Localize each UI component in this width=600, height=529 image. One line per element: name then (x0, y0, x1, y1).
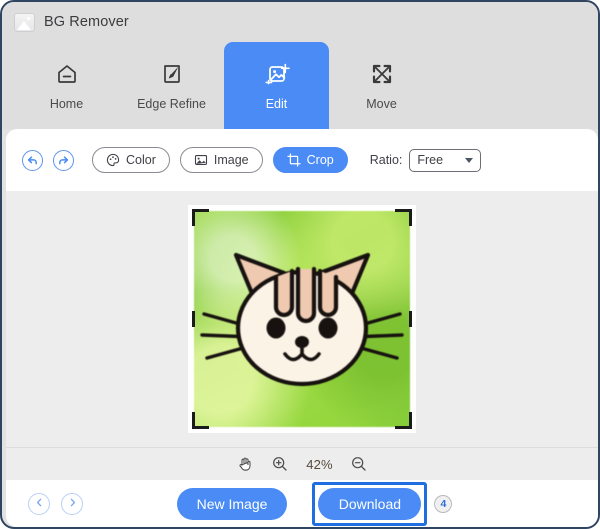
chevron-down-icon (465, 158, 473, 163)
app-window: BG Remover Home Edge Refine (0, 0, 600, 529)
download-highlight-box: Download (312, 482, 427, 526)
tab-label: Edge Refine (137, 97, 206, 111)
step-badge: 4 (434, 495, 452, 513)
redo-button[interactable] (53, 150, 74, 171)
palette-icon (106, 153, 120, 167)
crop-button[interactable]: Crop (273, 147, 348, 173)
crop-handle-top-right[interactable] (395, 209, 412, 226)
title-bar: BG Remover (2, 2, 598, 42)
tab-label: Move (366, 97, 397, 111)
new-image-button[interactable]: New Image (177, 488, 288, 520)
zoom-out-icon[interactable] (350, 455, 368, 473)
ratio-control: Ratio: Free (370, 149, 482, 172)
zoom-in-icon[interactable] (271, 455, 289, 473)
footer-bar: New Image Download 4 (6, 480, 598, 527)
pill-label: Color (126, 153, 156, 167)
edit-image-icon (263, 60, 291, 88)
zoom-bar: 42% (6, 447, 598, 480)
pill-label: Image (214, 153, 249, 167)
ratio-select[interactable]: Free (409, 149, 481, 172)
crop-handle-bottom-right[interactable] (395, 412, 412, 429)
redo-arrow-icon (57, 154, 70, 167)
tab-edit[interactable]: Edit (224, 42, 329, 129)
move-arrows-icon (368, 60, 396, 88)
hand-pan-icon[interactable] (236, 455, 254, 473)
crop-handle-bottom-left[interactable] (192, 412, 209, 429)
crop-handle-middle-left[interactable] (192, 311, 195, 327)
home-icon (53, 60, 81, 88)
tab-move[interactable]: Move (329, 42, 434, 129)
download-button[interactable]: Download (318, 488, 421, 520)
undo-arrow-icon (26, 154, 39, 167)
color-button[interactable]: Color (92, 147, 170, 173)
preview-image (194, 211, 410, 427)
image-canvas[interactable] (6, 191, 598, 447)
crop-icon (287, 153, 301, 167)
crop-handle-middle-right[interactable] (409, 311, 412, 327)
zoom-level: 42% (306, 457, 333, 472)
download-group: Download 4 (312, 482, 427, 526)
tab-label: Edit (266, 97, 288, 111)
image-button[interactable]: Image (180, 147, 263, 173)
crop-frame[interactable] (188, 205, 416, 433)
app-title: BG Remover (44, 14, 129, 30)
tab-edge-refine[interactable]: Edge Refine (119, 42, 224, 129)
picture-icon (194, 153, 208, 167)
tab-home[interactable]: Home (14, 42, 119, 129)
image-logo-icon (14, 13, 35, 32)
tab-label: Home (50, 97, 83, 111)
undo-button[interactable] (22, 150, 43, 171)
cat-face-illustration (194, 211, 410, 427)
tab-bar: Home Edge Refine (2, 42, 598, 129)
ratio-label: Ratio: (370, 153, 403, 167)
ratio-value: Free (417, 153, 443, 167)
edit-toolbar: Color Image Crop Ratio: (6, 129, 598, 191)
footer-actions: New Image Download 4 (6, 480, 598, 527)
pill-label: Crop (307, 153, 334, 167)
crop-handle-top-left[interactable] (192, 209, 209, 226)
brush-square-icon (158, 60, 186, 88)
